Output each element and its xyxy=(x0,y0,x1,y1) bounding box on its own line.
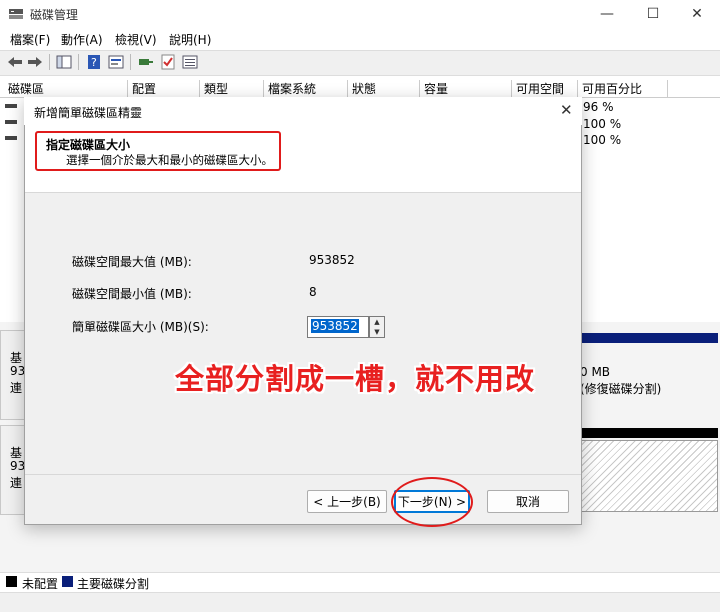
back-button[interactable]: < 上一步(B) xyxy=(307,490,387,513)
max-size-value: 953852 xyxy=(309,253,355,267)
toolbar-separator xyxy=(49,54,50,70)
maximize-button[interactable]: ☐ xyxy=(630,0,676,28)
help-icon[interactable]: ? xyxy=(85,53,103,71)
cancel-button[interactable]: 取消 xyxy=(487,490,569,513)
back-arrow-icon[interactable] xyxy=(6,53,24,71)
menu-action[interactable]: 動作(A) xyxy=(61,31,103,48)
check-icon[interactable] xyxy=(159,53,177,71)
legend-unallocated: 未配置 xyxy=(22,577,59,591)
disk-0-size: 93 xyxy=(10,364,26,378)
wizard-close-button[interactable]: ✕ xyxy=(560,101,573,119)
volume-size-spinner[interactable]: ▲ ▼ xyxy=(369,316,385,338)
forward-arrow-icon[interactable] xyxy=(26,53,44,71)
volume-size-value: 953852 xyxy=(311,319,359,333)
wizard-footer-divider xyxy=(25,474,581,475)
volume-icon xyxy=(5,104,17,108)
unallocated-swatch xyxy=(6,576,17,587)
wizard-step-description: 選擇一個介於最大和最小的磁碟區大小。 xyxy=(66,153,273,167)
disk-1-size: 93 xyxy=(10,459,26,473)
column-volume[interactable]: 磁碟區 xyxy=(4,80,128,98)
column-type[interactable]: 類型 xyxy=(200,80,264,98)
console-tree-icon[interactable] xyxy=(55,53,73,71)
wizard-step-title: 指定磁碟區大小 xyxy=(46,138,131,152)
connect-icon[interactable] xyxy=(137,53,155,71)
free-percent-cell: 100 % xyxy=(583,133,622,147)
disk-management-icon xyxy=(8,7,24,21)
column-layout[interactable]: 配置 xyxy=(128,80,200,98)
disk-1-status: 連 xyxy=(10,476,23,490)
close-button[interactable]: ✕ xyxy=(674,0,720,28)
status-bar xyxy=(0,592,720,612)
min-size-value: 8 xyxy=(309,285,317,299)
column-status[interactable]: 狀態 xyxy=(348,80,420,98)
menu-bar xyxy=(0,28,720,50)
volume-icon xyxy=(5,120,17,124)
partition-size-text: 0 MB xyxy=(580,365,611,379)
free-percent-cell: 96 % xyxy=(583,100,614,114)
column-capacity[interactable]: 容量 xyxy=(420,80,512,98)
list-icon[interactable] xyxy=(181,53,199,71)
unallocated-region[interactable] xyxy=(578,440,718,512)
column-free-space[interactable]: 可用空間 xyxy=(512,80,578,98)
volume-icon xyxy=(5,136,17,140)
toolbar-separator xyxy=(130,54,131,70)
spin-down-icon[interactable]: ▼ xyxy=(370,327,384,337)
properties-icon[interactable] xyxy=(107,53,125,71)
max-size-label: 磁碟空間最大值 (MB): xyxy=(72,255,192,269)
volume-size-label: 簡單磁碟區大小 (MB)(S): xyxy=(72,320,209,334)
toolbar-separator xyxy=(78,54,79,70)
menu-view[interactable]: 檢視(V) xyxy=(115,31,157,48)
free-percent-cell: 100 % xyxy=(583,117,622,131)
svg-text:?: ? xyxy=(91,56,97,69)
spin-up-icon[interactable]: ▲ xyxy=(370,317,384,327)
next-button-highlight-circle xyxy=(391,477,473,527)
column-filesystem[interactable]: 檔案系統 xyxy=(264,80,348,98)
volume-size-input[interactable]: 953852 xyxy=(307,316,369,338)
window-title: 磁碟管理 xyxy=(30,8,79,22)
unallocated-bar[interactable] xyxy=(578,428,718,438)
column-free-percent[interactable]: 可用百分比 xyxy=(578,80,668,98)
minimize-button[interactable]: — xyxy=(584,0,630,28)
menu-help[interactable]: 說明(H) xyxy=(169,31,211,48)
recovery-partition-bar[interactable] xyxy=(578,333,718,343)
menu-file[interactable]: 檔案(F) xyxy=(10,31,50,48)
min-size-label: 磁碟空間最小值 (MB): xyxy=(72,287,192,301)
disk-0-status: 連 xyxy=(10,381,23,395)
legend-primary: 主要磁碟分割 xyxy=(77,577,150,591)
primary-swatch xyxy=(62,576,73,587)
annotation-text: 全部分割成一槽，就不用改 xyxy=(175,362,536,396)
partition-type-text: (修復磁碟分割) xyxy=(580,382,662,396)
wizard-title: 新增簡單磁碟區精靈 xyxy=(34,106,143,120)
